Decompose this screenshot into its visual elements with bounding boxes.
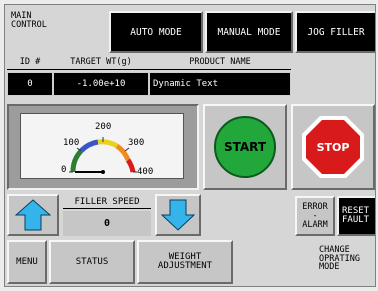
status-button[interactable]: STATUS — [49, 240, 135, 284]
filler-speed-value[interactable]: 0 — [63, 211, 151, 236]
target-weight-column-header: TARGET WT(g) — [70, 57, 132, 67]
start-label: START — [223, 139, 267, 154]
stop-button[interactable]: STOP — [291, 104, 375, 190]
jog-filler-button[interactable]: JOG FILLER — [295, 11, 375, 53]
speed-down-button[interactable] — [155, 194, 201, 236]
id-column-header: ID # — [19, 57, 41, 67]
target-weight-value[interactable]: -1.00e+10 — [53, 72, 149, 96]
table-header-divider — [7, 69, 291, 70]
id-value[interactable]: 0 — [7, 72, 53, 96]
menu-button[interactable]: MENU — [7, 240, 47, 284]
gauge-tick-0: 0 — [61, 165, 67, 175]
manual-mode-button[interactable]: MANUAL MODE — [205, 11, 293, 53]
change-operating-mode-label: CHANGE OPRATING MODE — [319, 245, 360, 272]
filler-speed-label: FILLER SPEED — [74, 197, 140, 207]
error-alarm-button[interactable]: ERROR - ALARM — [295, 196, 335, 236]
weight-gauge: 0 100 200 300 400 — [20, 113, 184, 179]
filler-speed-divider — [63, 208, 151, 209]
screen-title: MAIN CONTROL — [11, 11, 47, 30]
stop-label: STOP — [316, 140, 350, 154]
start-button[interactable]: START — [203, 104, 287, 190]
product-name-value: Dynamic Text — [149, 72, 291, 96]
reset-fault-button[interactable]: RESET FAULT — [337, 196, 375, 236]
weight-gauge-frame: 0 100 200 300 400 — [7, 104, 199, 190]
start-indicator: START — [214, 116, 276, 178]
main-control-screen: MAIN CONTROL AUTO MODE MANUAL MODE JOG F… — [4, 4, 376, 287]
gauge-tick-300: 300 — [128, 138, 145, 148]
up-arrow-icon — [15, 199, 51, 231]
gauge-tick-200: 200 — [95, 122, 112, 132]
down-arrow-icon — [161, 199, 195, 231]
weight-adjustment-button[interactable]: WEIGHT ADJUSTMENT — [137, 240, 233, 284]
auto-mode-button[interactable]: AUTO MODE — [109, 11, 203, 53]
gauge-tick-100: 100 — [63, 138, 80, 148]
product-name-column-header: PRODUCT NAME — [189, 57, 251, 67]
gauge-tick-400: 400 — [137, 167, 154, 177]
speed-up-button[interactable] — [7, 194, 59, 236]
